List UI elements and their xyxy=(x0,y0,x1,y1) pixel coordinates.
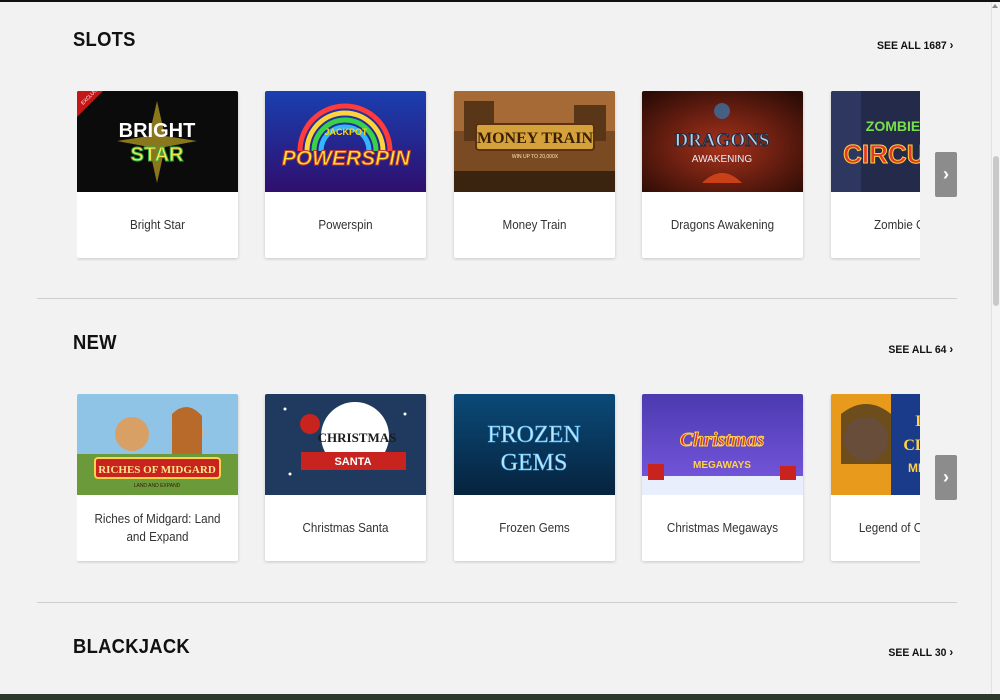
section-slots: SLOTS SEE ALL 1687› EXCLUSIVE BRIGHT STA… xyxy=(0,0,991,300)
thumb-subtitle: WIN UP TO 20,000X xyxy=(512,154,559,160)
content-strip xyxy=(0,694,1000,700)
section-divider xyxy=(37,602,957,603)
thumb-subtitle: JACKPOT xyxy=(324,127,368,137)
game-thumbnail: MONEY TRAIN WIN UP TO 20,000X xyxy=(454,91,615,192)
game-thumbnail: CHRISTMAS SANTA xyxy=(265,394,426,495)
chevron-right-icon: › xyxy=(943,467,949,487)
svg-text:ZOMBIE: ZOMBIE xyxy=(866,118,920,134)
game-title: Bright Star xyxy=(130,218,185,232)
game-carousel: RICHES OF MIDGARD LAND AND EXPAND Riches… xyxy=(77,394,920,564)
game-card[interactable]: JACKPOT POWERSPIN Powerspin xyxy=(265,91,426,258)
see-all-link[interactable]: SEE ALL 1687 › xyxy=(877,38,953,52)
game-title: Christmas Santa xyxy=(302,521,389,535)
scrollbar-thumb[interactable] xyxy=(993,156,999,306)
see-all-label: SEE ALL 64 xyxy=(888,344,947,356)
game-thumbnail: JACKPOT POWERSPIN xyxy=(265,91,426,192)
thumb-title: RICHES OF MIDGARD xyxy=(98,464,216,476)
thumb-title-line-2: STAR xyxy=(131,144,185,166)
thumb-subtitle: SANTA xyxy=(334,456,371,468)
see-all-label: SEE ALL 1687 xyxy=(876,40,947,52)
chevron-right-icon: › xyxy=(943,164,949,184)
game-title: Legend of Cleopatra xyxy=(858,521,920,535)
section-divider xyxy=(37,298,957,299)
see-all-link[interactable]: SEE ALL 30 › xyxy=(888,645,953,659)
game-title: Dragons Awakening xyxy=(670,218,775,232)
scroll-up-arrow-icon[interactable] xyxy=(992,4,998,8)
game-card[interactable]: Christmas MEGAWAYS Christmas Megaways xyxy=(642,394,803,561)
chevron-right-icon: › xyxy=(949,645,953,659)
svg-text:LE: LE xyxy=(915,413,920,430)
chevron-right-icon: › xyxy=(949,38,953,52)
game-card[interactable]: RICHES OF MIDGARD LAND AND EXPAND Riches… xyxy=(77,394,238,561)
thumb-title: FROZEN xyxy=(487,422,580,448)
game-card[interactable]: ZOMBIE CIRCUS Zombie Circus xyxy=(831,91,920,258)
section-new: NEW SEE ALL 64 › RICHES OF MIDGARD LAND A… xyxy=(0,300,991,600)
game-thumbnail: LE CLEO MEGA xyxy=(831,394,920,495)
see-all-label: SEE ALL 30 xyxy=(888,647,947,659)
svg-text:CLEO: CLEO xyxy=(903,437,920,454)
game-thumbnail: RICHES OF MIDGARD LAND AND EXPAND xyxy=(77,394,238,495)
game-title: Riches of Midgard: Land and Expand xyxy=(94,512,221,544)
thumb-title: Christmas xyxy=(680,429,765,451)
game-title: Powerspin xyxy=(318,218,373,232)
section-title: BLACKJACK xyxy=(73,636,190,658)
game-thumbnail: FROZEN GEMS xyxy=(454,394,615,495)
thumb-subtitle: AWAKENING xyxy=(692,154,753,165)
thumb-subtitle: GEMS xyxy=(501,450,568,476)
thumb-title-line-1: BRIGHT xyxy=(119,120,196,142)
chevron-right-icon: › xyxy=(949,342,953,356)
svg-text:CIRCUS: CIRCUS xyxy=(843,139,920,169)
thumb-title: MONEY TRAIN xyxy=(477,130,593,147)
carousel-next-button[interactable]: › xyxy=(935,455,957,500)
section-blackjack: BLACKJACK SEE ALL 30 › xyxy=(0,604,991,694)
game-card[interactable]: EXCLUSIVE BRIGHT STAR Bright Star xyxy=(77,91,238,258)
see-all-link[interactable]: SEE ALL 64 › xyxy=(888,342,953,356)
game-title: Frozen Gems xyxy=(499,521,570,535)
game-card[interactable]: LE CLEO MEGA Legend of Cleopatra xyxy=(831,394,920,561)
game-card[interactable]: MONEY TRAIN WIN UP TO 20,000X Money Trai… xyxy=(454,91,615,258)
page-scrollbar[interactable] xyxy=(991,2,1000,694)
thumb-subtitle: MEGAWAYS xyxy=(693,460,751,471)
thumb-title: POWERSPIN xyxy=(282,147,411,170)
game-card[interactable]: DRAGONS AWAKENING Dragons Awakening xyxy=(642,91,803,258)
thumb-title: DRAGONS xyxy=(674,130,769,151)
game-title: Zombie Circus xyxy=(874,218,920,232)
game-thumbnail: Christmas MEGAWAYS xyxy=(642,394,803,495)
svg-text:MEGA: MEGA xyxy=(908,461,920,475)
game-thumbnail: DRAGONS AWAKENING xyxy=(642,91,803,192)
game-card[interactable]: CHRISTMAS SANTA Christmas Santa xyxy=(265,394,426,561)
section-title: NEW xyxy=(73,332,117,354)
thumb-subtitle: LAND AND EXPAND xyxy=(134,483,181,489)
game-carousel: EXCLUSIVE BRIGHT STAR Bright Star xyxy=(77,91,920,261)
game-thumbnail: ZOMBIE CIRCUS xyxy=(831,91,920,192)
game-title: Money Train xyxy=(502,218,567,232)
game-card[interactable]: FROZEN GEMS Frozen Gems xyxy=(454,394,615,561)
section-title: SLOTS xyxy=(73,29,136,51)
game-thumbnail: EXCLUSIVE BRIGHT STAR xyxy=(77,91,238,192)
thumb-title: CHRISTMAS xyxy=(318,430,397,445)
game-title: Christmas Megaways xyxy=(666,521,779,535)
carousel-next-button[interactable]: › xyxy=(935,152,957,197)
